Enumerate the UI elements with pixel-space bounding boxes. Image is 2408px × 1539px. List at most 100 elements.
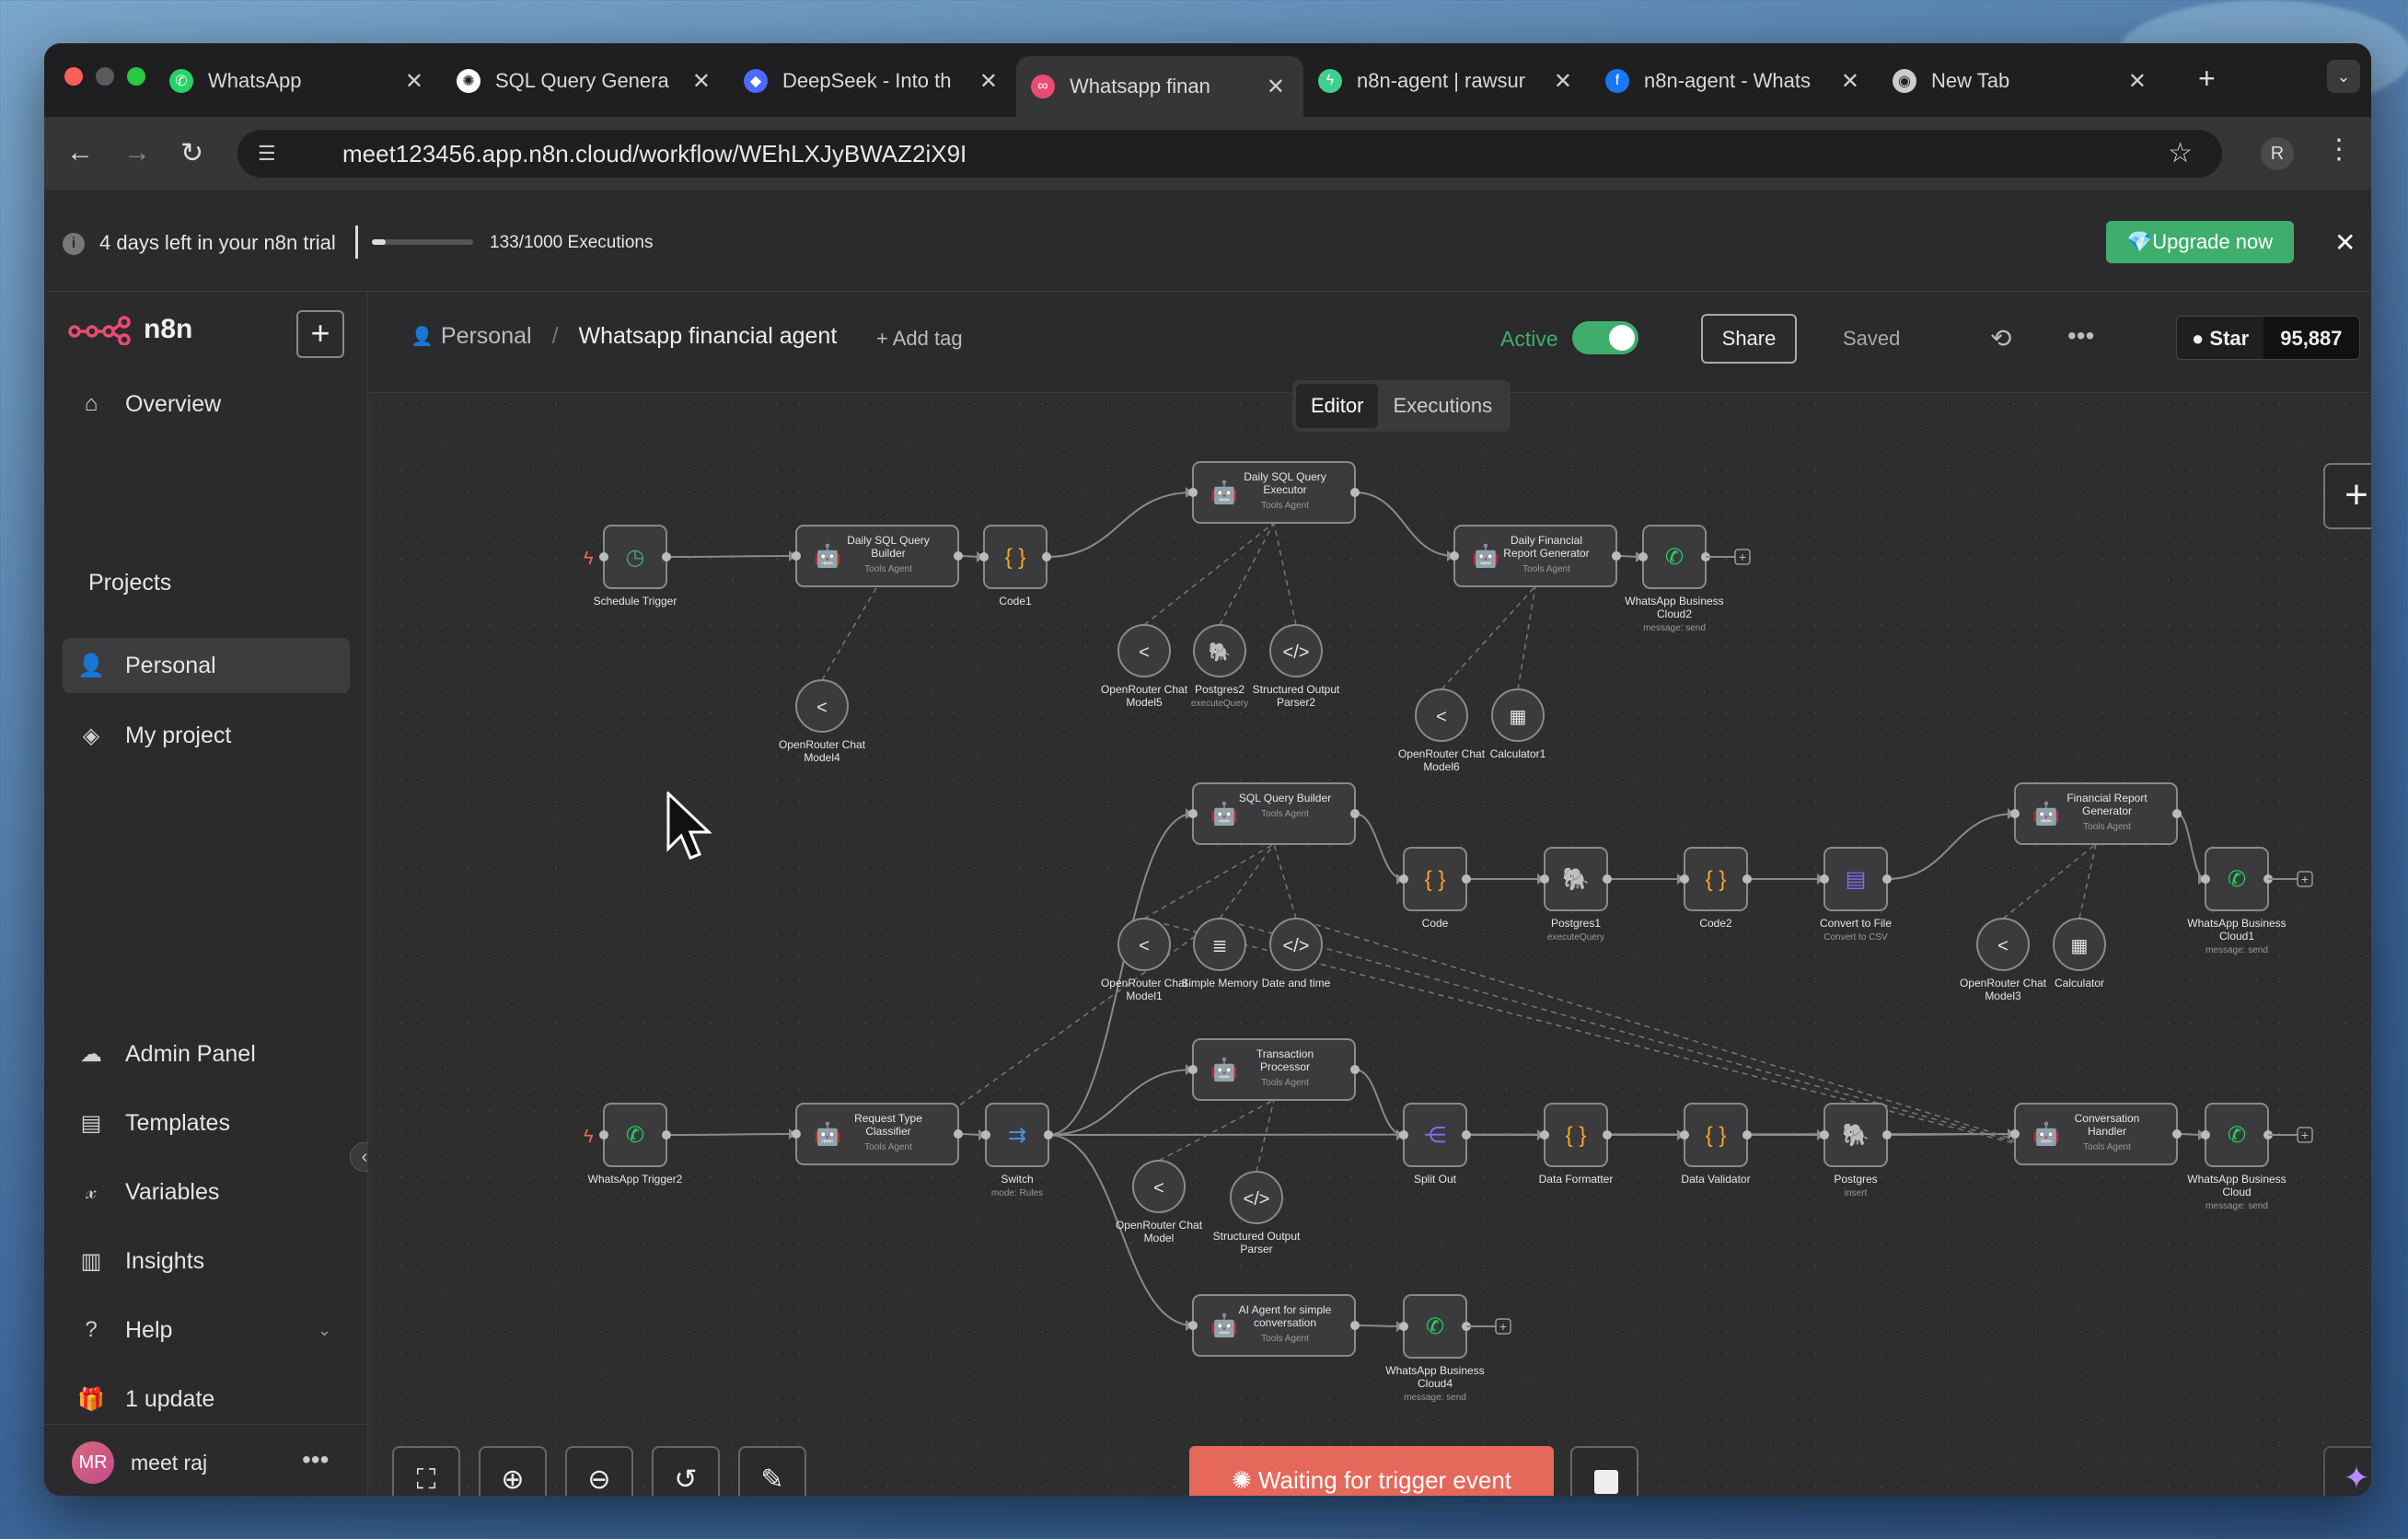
browser-tab[interactable]: f n8n-agent - Whats ✕ (1591, 56, 1878, 106)
workflow-node[interactable]: ✆ WhatsApp BusinessCloud2 message: send (1625, 525, 1724, 633)
ai-assistant-button[interactable]: ✦ (2323, 1446, 2371, 1496)
workflow-node[interactable]: </> Date and time (1262, 918, 1331, 989)
workflow-node[interactable]: ✆ WhatsApp BusinessCloud1 message: send (2187, 847, 2286, 955)
site-settings-icon[interactable]: ☰ (258, 130, 276, 178)
browser-tab[interactable]: ✆ WhatsApp ✕ (155, 56, 442, 106)
workflow-node[interactable]: { } Data Validator (1680, 1103, 1752, 1186)
close-tab-icon[interactable]: ✕ (692, 68, 711, 95)
input-handle[interactable] (1399, 1130, 1408, 1140)
zoom-window-button[interactable] (127, 67, 145, 86)
new-tab-button[interactable]: + (2198, 62, 2216, 96)
bookmark-star-icon[interactable]: ☆ (2168, 130, 2193, 178)
close-tab-icon[interactable]: ✕ (405, 68, 423, 95)
workflow-node[interactable]: ▦ Calculator1 (1490, 688, 1546, 760)
n8n-logo[interactable]: n8n (68, 314, 192, 345)
workflow-node[interactable]: 🤖 Daily SQL QueryBuilder Tools Agent (792, 525, 963, 587)
input-handle[interactable] (1680, 874, 1689, 884)
input-handle[interactable] (792, 1129, 801, 1139)
tab-search-button[interactable]: ⌄ (2327, 60, 2360, 93)
workflow-node[interactable]: 🤖AI Agent for simpleconversation Tools Ag… (1188, 1294, 1360, 1357)
close-tab-icon[interactable]: ✕ (1267, 74, 1285, 100)
tab-executions[interactable]: Executions (1378, 384, 1507, 428)
output-handle[interactable] (1742, 1130, 1752, 1140)
browser-tab[interactable]: ◉ New Tab ✕ (1878, 56, 2165, 106)
workflow-canvas[interactable]: ◷ Schedule Trigger 🤖 Daily SQL Query Builder… (368, 380, 2371, 1496)
workflow-node[interactable]: ▦ Calculator (2053, 918, 2106, 989)
back-arrow-icon[interactable]: ← (66, 137, 94, 168)
input-handle[interactable] (599, 552, 608, 561)
create-button[interactable]: + (296, 310, 344, 358)
output-handle[interactable] (1612, 551, 1621, 561)
workflow-node[interactable]: 🤖 Daily FinancialReport Generator Tools Ag… (1450, 525, 1621, 587)
close-tab-icon[interactable]: ✕ (1554, 68, 1572, 95)
input-handle[interactable] (1820, 874, 1829, 884)
forward-arrow-icon[interactable]: → (123, 137, 151, 168)
tidy-up-button[interactable]: ✎ (738, 1446, 806, 1496)
fit-view-button[interactable]: ⛶ (392, 1446, 460, 1496)
more-icon[interactable]: ••• (2067, 321, 2094, 351)
workflow-node[interactable]: 🤖 TransactionProcessor Tools Agent (1188, 1038, 1360, 1101)
input-handle[interactable] (1540, 874, 1549, 884)
output-handle[interactable] (1350, 1065, 1360, 1074)
sidebar-item-update[interactable]: 🎁 1 update (63, 1371, 350, 1427)
sidebar-item-templates[interactable]: ▤ Templates (63, 1095, 350, 1151)
workflow-node[interactable]: ◷ Schedule Trigger (594, 525, 677, 608)
workflow-node[interactable]: < OpenRouter ChatModel3 (1960, 918, 2047, 1002)
browser-tab[interactable]: ∞ Whatsapp finan ✕ (1016, 56, 1303, 117)
input-handle[interactable] (2201, 1130, 2210, 1140)
workflow-node[interactable]: 🐘 Postgres insert (1820, 1103, 1892, 1198)
output-handle[interactable] (1350, 809, 1360, 818)
tab-editor[interactable]: Editor (1296, 384, 1379, 428)
reset-zoom-button[interactable]: ↺ (652, 1446, 720, 1496)
input-handle[interactable] (979, 552, 989, 561)
workflow-name[interactable]: Whatsapp financial agent (579, 323, 838, 350)
input-handle[interactable] (2010, 809, 2020, 818)
upgrade-button[interactable]: 💎Upgrade now (2106, 221, 2294, 263)
workflow-node[interactable]: { } Data Formatter (1539, 1103, 1614, 1186)
share-button[interactable]: Share (1701, 314, 1797, 364)
minimize-window-button[interactable] (96, 67, 114, 86)
workflow-node[interactable]: { } Code1 (979, 525, 1051, 608)
sidebar-item-my-project[interactable]: ◈ My project (63, 708, 350, 763)
add-node-button[interactable]: + (2323, 463, 2371, 529)
output-handle[interactable] (1742, 874, 1752, 884)
workflow-node[interactable]: 🤖 ConversationHandler Tools Agent (2010, 1103, 2182, 1165)
input-handle[interactable] (792, 551, 801, 561)
zoom-out-button[interactable]: ⊖ (565, 1446, 633, 1496)
more-icon[interactable]: ••• (302, 1445, 329, 1475)
output-handle[interactable] (954, 1129, 963, 1139)
stop-button[interactable] (1570, 1446, 1638, 1496)
sidebar-item-variables[interactable]: 𝓍 Variables (63, 1164, 350, 1220)
add-tag-button[interactable]: + Add tag (876, 327, 963, 351)
output-handle[interactable] (1603, 1130, 1612, 1140)
output-handle[interactable] (2172, 809, 2182, 818)
input-handle[interactable] (1680, 1130, 1689, 1140)
workflow-node[interactable]: { } Code (1399, 847, 1471, 930)
url-field[interactable]: ☰ meet123456.app.n8n.cloud/workflow/WEhL… (237, 130, 2222, 178)
input-handle[interactable] (1399, 1322, 1408, 1331)
output-handle[interactable] (662, 552, 671, 561)
user-menu[interactable]: MR meet raj ••• (44, 1424, 368, 1496)
input-handle[interactable] (1188, 1321, 1198, 1330)
browser-tab[interactable]: ϟ n8n-agent | rawsur ✕ (1303, 56, 1591, 106)
close-window-button[interactable] (64, 67, 83, 86)
workflow-node[interactable]: </> Structured OutputParser2 (1253, 624, 1340, 709)
profile-avatar[interactable]: R (2261, 137, 2294, 170)
workflow-node[interactable]: </> Structured OutputParser (1213, 1171, 1301, 1256)
workflow-node[interactable]: ⇉ Switch mode: Rules (981, 1103, 1053, 1198)
breadcrumb-project[interactable]: Personal (441, 323, 532, 350)
reload-icon[interactable]: ↻ (180, 137, 203, 169)
input-handle[interactable] (1540, 1130, 1549, 1140)
workflow-node[interactable]: < OpenRouter ChatModel6 (1398, 688, 1486, 773)
workflow-node[interactable]: 🤖SQL Query Builder Tools Agent (1188, 782, 1360, 845)
close-icon[interactable]: ✕ (2334, 227, 2356, 258)
sidebar-item-help[interactable]: ? Help ⌄ (63, 1302, 350, 1358)
workflow-node[interactable]: ⋲ Split Out (1399, 1103, 1471, 1186)
workflow-node[interactable]: < OpenRouter ChatModel (1116, 1160, 1203, 1244)
output-handle[interactable] (1350, 1321, 1360, 1330)
workflow-node[interactable]: 🐘 Postgres2 executeQuery (1191, 624, 1248, 709)
workflow-node[interactable]: < OpenRouter ChatModel1 (1101, 918, 1188, 1002)
input-handle[interactable] (1188, 488, 1198, 497)
workflow-node[interactable]: 🤖 Financial ReportGenerator Tools Agent (2010, 782, 2182, 845)
input-handle[interactable] (981, 1130, 990, 1140)
